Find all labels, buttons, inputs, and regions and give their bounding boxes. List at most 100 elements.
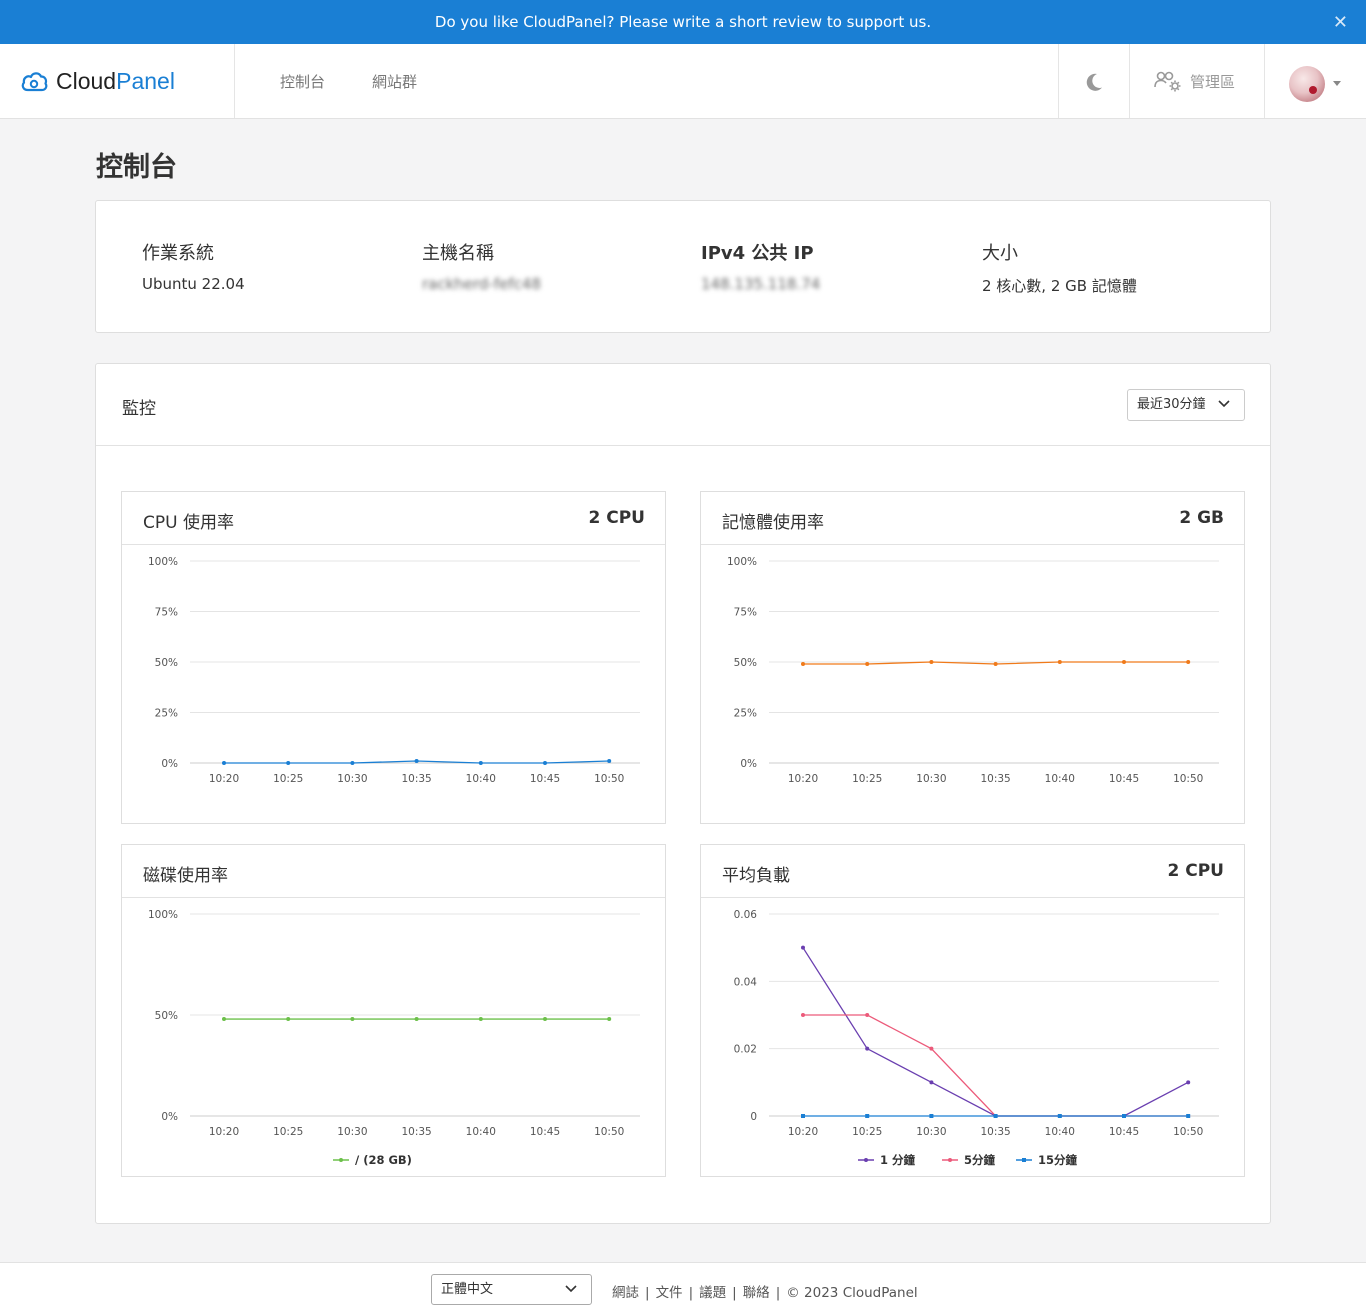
hostname-info: 主機名稱 rackherd-fefc48: [422, 239, 541, 293]
top-navigation: Cloud Panel 控制台 網站群 管理區: [0, 44, 1366, 119]
separator: |: [732, 1285, 737, 1301]
moon-icon[interactable]: [1084, 72, 1104, 92]
nav-divider: [1264, 44, 1265, 118]
language-value: 正體中文: [441, 1282, 494, 1297]
data-point: [929, 1114, 934, 1118]
y-tick-label: 100%: [727, 556, 757, 568]
footer-link-blog[interactable]: 網誌: [612, 1285, 639, 1301]
data-point: [414, 758, 419, 763]
data-point: [1186, 1114, 1191, 1118]
footer-link-docs[interactable]: 文件: [656, 1285, 683, 1301]
footer-links: 網誌 | 文件 | 議題 | 聯絡 | © 2023 CloudPanel: [612, 1281, 918, 1301]
nav-dashboard[interactable]: 控制台: [280, 71, 325, 92]
chart-title: CPU 使用率: [143, 513, 234, 533]
brand-name-accent: Panel: [116, 67, 175, 94]
size-info: 大小 2 核心數, 2 GB 記憶體: [982, 239, 1137, 296]
hostname-label: 主機名稱: [422, 243, 494, 264]
nav-sites[interactable]: 網站群: [372, 71, 417, 92]
y-tick-label: 0%: [161, 758, 178, 770]
y-tick-label: 100%: [148, 556, 178, 568]
data-point: [607, 758, 612, 763]
hostname-value: rackherd-fefc48: [422, 275, 541, 293]
data-point: [929, 1080, 934, 1085]
time-range-value: 最近30分鐘: [1137, 397, 1206, 412]
y-tick-label: 25%: [734, 708, 757, 720]
time-range-select[interactable]: 最近30分鐘: [1127, 389, 1245, 421]
load-average-chart: 平均負載 2 CPU 0 0.02 0.04 0.06 10:20 10:25 10:30 1…: [700, 844, 1245, 1177]
data-point: [543, 761, 547, 765]
x-tick-label: 10:50: [594, 773, 624, 785]
admin-area-link[interactable]: 管理區: [1154, 70, 1235, 92]
chart-header: CPU 使用率 2 CPU: [122, 492, 665, 545]
y-tick-label: 25%: [155, 708, 178, 720]
legend-marker: [1022, 1158, 1026, 1162]
data-point: [865, 1046, 870, 1051]
x-tick-label: 10:40: [466, 773, 496, 785]
x-tick-label: 10:20: [788, 1126, 818, 1138]
review-banner[interactable]: Do you like CloudPanel? Please write a s…: [0, 0, 1366, 44]
data-point: [929, 1046, 934, 1051]
ip-info: IPv4 公共 IP 148.135.118.74: [701, 239, 820, 293]
memory-line-chart: 0% 25% 50% 75% 100% 10:20 10:25 10:30 10:35 10:40…: [727, 556, 1219, 785]
server-info-card: 作業系統 Ubuntu 22.04 主機名稱 rackherd-fefc48 I…: [95, 200, 1271, 333]
y-tick-label: 50%: [734, 657, 757, 669]
data-point: [801, 662, 805, 667]
data-point: [478, 1017, 483, 1022]
separator: |: [688, 1285, 694, 1301]
os-label: 作業系統: [142, 243, 214, 264]
data-point: [1186, 660, 1191, 664]
data-point: [1057, 660, 1062, 664]
nav-divider: [1058, 44, 1059, 118]
x-tick-label: 10:40: [1045, 773, 1075, 785]
data-point: [801, 1013, 805, 1017]
x-tick-label: 10:30: [337, 773, 367, 785]
avatar[interactable]: [1289, 66, 1325, 102]
cpu-usage-chart: CPU 使用率 2 CPU 0% 25% 50% 75% 100% 10:20 10:25 1…: [121, 491, 666, 824]
data-point: [801, 945, 805, 950]
legend-label: / (28 GB): [355, 1153, 412, 1167]
data-point: [993, 1114, 998, 1118]
language-select[interactable]: 正體中文: [431, 1274, 592, 1305]
footer-link-contact[interactable]: 聯絡: [743, 1285, 770, 1301]
avatar-detail: [1309, 86, 1317, 94]
chart-badge: 2 CPU: [1167, 861, 1225, 881]
x-tick-label: 10:45: [530, 773, 560, 785]
x-tick-label: 10:30: [916, 773, 946, 785]
legend-marker: [948, 1158, 952, 1162]
x-tick-label: 10:25: [273, 1126, 303, 1138]
users-gear-icon: [1154, 71, 1181, 92]
separator: |: [645, 1285, 650, 1301]
y-tick-label: 75%: [734, 607, 757, 619]
data-point: [350, 761, 355, 765]
data-point: [1186, 1080, 1191, 1085]
brand-logo[interactable]: Cloud Panel: [20, 44, 175, 118]
chart-badge: 2 CPU: [588, 508, 646, 528]
data-point: [286, 761, 291, 765]
copyright: © 2023 CloudPanel: [786, 1285, 918, 1301]
os-info: 作業系統 Ubuntu 22.04: [142, 239, 245, 293]
disk-usage-chart: 磁碟使用率 0% 50% 100% 10:20 10:25 10:30 10:35 10:40…: [121, 844, 666, 1177]
legend-marker: [339, 1158, 343, 1162]
x-tick-label: 10:45: [530, 1126, 560, 1138]
chevron-down-icon[interactable]: [1333, 81, 1341, 86]
x-tick-label: 10:50: [1173, 1126, 1203, 1138]
x-tick-label: 10:35: [401, 1126, 431, 1138]
x-tick-label: 10:25: [273, 773, 303, 785]
legend-label: 5分鐘: [964, 1153, 996, 1167]
x-tick-label: 10:50: [1173, 773, 1203, 785]
series-line: [803, 1014, 1189, 1117]
banner-text[interactable]: Do you like CloudPanel? Please write a s…: [435, 13, 931, 31]
x-tick-label: 10:45: [1109, 1126, 1139, 1138]
y-tick-label: 50%: [155, 657, 178, 669]
data-point: [865, 1114, 870, 1118]
x-tick-label: 10:20: [209, 1126, 239, 1138]
data-point: [865, 662, 870, 667]
close-icon[interactable]: ✕: [1333, 12, 1348, 33]
data-point: [222, 1017, 226, 1022]
data-point: [929, 660, 934, 664]
data-point: [478, 761, 483, 765]
x-tick-label: 10:35: [980, 773, 1010, 785]
data-point: [1122, 1114, 1126, 1118]
x-tick-label: 10:30: [916, 1126, 946, 1138]
footer-link-issues[interactable]: 議題: [699, 1285, 726, 1301]
